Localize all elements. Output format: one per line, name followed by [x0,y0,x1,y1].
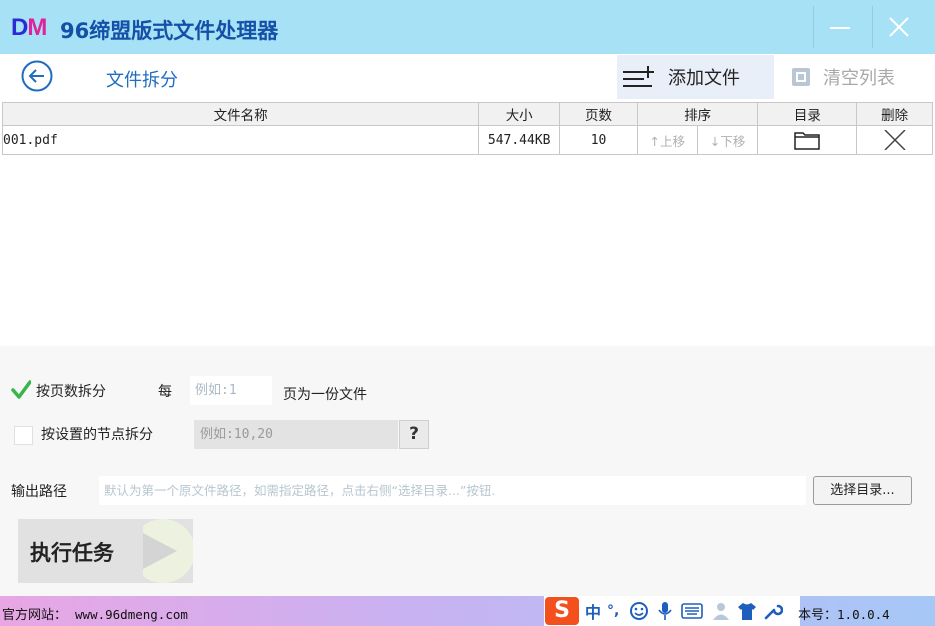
sogou-logo-icon[interactable]: S [545,597,579,625]
keyboard-icon[interactable] [681,603,704,619]
table-empty-area [2,155,933,346]
add-list-icon [623,66,654,87]
app-logo: DM [11,14,47,41]
site-url[interactable]: www.96dmeng.com [75,607,188,622]
folder-icon [794,132,821,150]
split-by-nodes-checkbox[interactable] [14,426,33,445]
nodes-input[interactable] [194,420,398,449]
page-title: 文件拆分 [106,70,178,91]
version-number: 1.0.0.4 [837,607,890,622]
add-file-button[interactable]: 添加文件 [617,55,774,99]
ime-punct[interactable]: °, [607,603,619,619]
column-header-delete[interactable]: 删除 [856,102,933,126]
close-window-button[interactable] [872,6,925,48]
official-site: 官方网站： www.96dmeng.com [2,604,188,623]
cell-page-count: 10 [559,125,638,155]
delete-row-button[interactable] [856,125,933,155]
every-label: 每 [158,384,172,400]
run-task-button[interactable]: 执行任务 [18,519,193,583]
app-title: 96缔盟版式文件处理器 [60,19,279,43]
version-label: 本号： [798,608,838,623]
split-by-nodes-label[interactable]: 按设置的节点拆分 [41,424,153,444]
run-task-label: 执行任务 [30,541,114,565]
column-header-name[interactable]: 文件名称 [1,102,480,126]
column-header-size[interactable]: 大小 [478,102,561,126]
play-icon [143,519,193,583]
delete-x-icon [884,129,906,151]
open-folder-button[interactable] [757,125,858,155]
split-by-pages-label[interactable]: 按页数拆分 [36,381,106,401]
cell-file-size: 547.44KB [478,125,561,155]
output-path-label: 输出路径 [11,484,67,500]
arrow-up-icon: ↑ [649,133,661,149]
back-button[interactable] [21,60,53,92]
add-file-label: 添加文件 [668,68,740,89]
user-icon[interactable] [711,601,731,621]
close-icon [889,17,909,37]
column-header-folder[interactable]: 目录 [757,102,858,126]
pages-suffix-label: 页为一份文件 [283,387,367,403]
trash-icon [792,68,810,86]
pages-per-file-input[interactable] [190,376,272,405]
microphone-icon[interactable] [657,601,673,621]
column-header-pages[interactable]: 页数 [559,102,638,126]
version-info: 本号：1.0.0.4 [798,604,890,623]
help-button[interactable]: ? [399,420,429,449]
wrench-icon[interactable] [763,601,784,621]
output-path-input[interactable] [99,476,806,505]
minimize-button[interactable] [813,6,866,48]
move-up-button[interactable]: ↑上移 [636,125,698,155]
choose-directory-button[interactable]: 选择目录... [813,476,912,505]
site-label: 官方网站： [2,608,68,623]
file-table: 文件名称 大小 页数 排序 目录 删除 001.pdf 547.44KB 10 … [1,102,933,346]
arrow-down-icon: ↓ [709,133,721,149]
skin-shirt-icon[interactable] [737,601,757,621]
checkmark-icon[interactable] [11,380,31,400]
emoji-icon[interactable] [629,601,649,621]
column-header-order[interactable]: 排序 [636,102,759,126]
cell-file-name: 001.pdf [1,125,480,155]
ime-toolbar: S 中 °, [544,596,800,626]
ime-mode[interactable]: 中 [585,599,601,623]
clear-list-button[interactable]: 清空列表 [776,55,933,99]
back-arrow-icon [21,60,53,92]
table-row[interactable]: 001.pdf 547.44KB 10 ↑上移 ↓下移 [1,125,933,155]
clear-list-label: 清空列表 [823,68,895,89]
move-down-button[interactable]: ↓下移 [696,125,759,155]
